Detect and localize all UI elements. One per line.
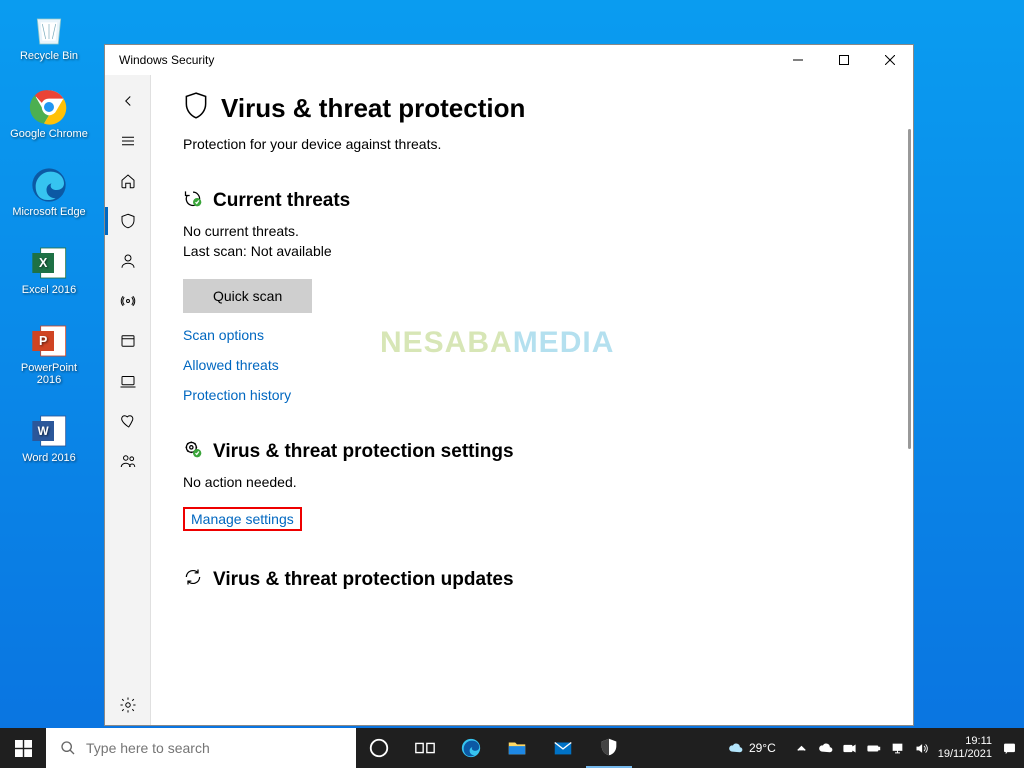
section-protection-settings: Virus & threat protection settings No ac… [183, 439, 913, 531]
page-subtitle: Protection for your device against threa… [183, 136, 913, 152]
section-title: Virus & threat protection updates [213, 569, 514, 591]
taskbar-explorer[interactable] [494, 728, 540, 768]
window-title: Windows Security [119, 53, 214, 67]
quick-scan-button[interactable]: Quick scan [183, 279, 312, 313]
nav-menu[interactable] [105, 121, 151, 161]
recycle-bin-icon [28, 8, 70, 50]
last-scan: Last scan: Not available [183, 242, 913, 262]
powerpoint-icon: P [28, 320, 70, 362]
tray-date: 19/11/2021 [938, 748, 992, 761]
desktop-icon-label: Microsoft Edge [12, 206, 85, 218]
tray-battery-icon[interactable] [866, 741, 880, 755]
maximize-button[interactable] [821, 45, 867, 75]
nav-settings[interactable] [105, 685, 151, 725]
tray-meet-icon[interactable] [842, 741, 856, 755]
search-input[interactable] [86, 740, 356, 756]
link-manage-settings[interactable]: Manage settings [191, 511, 294, 527]
nav-device-security[interactable] [105, 361, 151, 401]
threats-status: No current threats. [183, 222, 913, 242]
highlight-annotation: Manage settings [183, 507, 302, 531]
nav-virus-protection[interactable] [105, 201, 151, 241]
section-body: No action needed. Manage settings [183, 473, 913, 531]
window-buttons [775, 45, 913, 75]
nav-home[interactable] [105, 161, 151, 201]
link-allowed-threats[interactable]: Allowed threats [183, 357, 913, 373]
section-heading: Virus & threat protection settings [183, 439, 913, 465]
word-icon: W [28, 410, 70, 452]
page-heading: Virus & threat protection [221, 93, 525, 124]
weather-icon [728, 741, 743, 756]
windows-security-window: Windows Security [104, 44, 914, 726]
tray-temperature: 29°C [749, 741, 776, 755]
section-body: No current threats. Last scan: Not avail… [183, 222, 913, 403]
svg-text:W: W [38, 425, 49, 438]
section-title: Virus & threat protection settings [213, 441, 514, 463]
section-protection-updates: Virus & threat protection updates [183, 567, 913, 593]
start-button[interactable] [0, 728, 46, 768]
search-icon [60, 740, 76, 756]
taskbar-security[interactable] [586, 728, 632, 768]
link-scan-options[interactable]: Scan options [183, 327, 913, 343]
desktop-icon-edge[interactable]: Microsoft Edge [10, 164, 88, 218]
desktop-icon-chrome[interactable]: Google Chrome [10, 86, 88, 140]
taskbar-search[interactable] [46, 728, 356, 768]
section-title: Current threats [213, 190, 350, 212]
desktop-icon-label: Recycle Bin [20, 50, 78, 62]
desktop-icons: Recycle Bin Google Chrome Microsoft Edge… [10, 8, 88, 464]
edge-icon [28, 164, 70, 206]
nav-firewall[interactable] [105, 281, 151, 321]
tray-time: 19:11 [938, 735, 992, 748]
page-header: Virus & threat protection [183, 91, 913, 126]
settings-status: No action needed. [183, 473, 913, 493]
desktop-icon-label: Excel 2016 [22, 284, 76, 296]
section-heading: Current threats [183, 188, 913, 214]
chrome-icon [28, 86, 70, 128]
shield-icon [183, 91, 209, 126]
window-body: Virus & threat protection Protection for… [105, 75, 913, 725]
tray-chevron-icon[interactable] [794, 741, 808, 755]
tray-weather[interactable]: 29°C [728, 741, 776, 756]
taskbar-edge[interactable] [448, 728, 494, 768]
desktop-icon-word[interactable]: W Word 2016 [10, 410, 88, 464]
nav-device-performance[interactable] [105, 401, 151, 441]
taskbar: 29°C 19:11 19/11/2021 [0, 728, 1024, 768]
taskbar-pinned [356, 728, 632, 768]
tray-notifications-icon[interactable] [1002, 741, 1016, 755]
desktop-icon-excel[interactable]: X Excel 2016 [10, 242, 88, 296]
tray-volume-icon[interactable] [914, 741, 928, 755]
tray-onedrive-icon[interactable] [818, 741, 832, 755]
nav-account-protection[interactable] [105, 241, 151, 281]
tray-clock[interactable]: 19:11 19/11/2021 [938, 735, 992, 760]
refresh-icon [183, 567, 203, 593]
svg-text:P: P [39, 334, 47, 348]
desktop-icon-label: Google Chrome [10, 128, 88, 140]
tray-network-icon[interactable] [890, 741, 904, 755]
close-button[interactable] [867, 45, 913, 75]
taskbar-taskview[interactable] [402, 728, 448, 768]
minimize-button[interactable] [775, 45, 821, 75]
section-current-threats: Current threats No current threats. Last… [183, 188, 913, 403]
section-heading: Virus & threat protection updates [183, 567, 913, 593]
desktop: Recycle Bin Google Chrome Microsoft Edge… [0, 0, 1024, 768]
svg-text:X: X [39, 256, 48, 270]
excel-icon: X [28, 242, 70, 284]
gear-check-icon [183, 439, 203, 465]
history-check-icon [183, 188, 203, 214]
taskbar-cortana[interactable] [356, 728, 402, 768]
nav-app-browser[interactable] [105, 321, 151, 361]
system-tray: 29°C 19:11 19/11/2021 [728, 735, 1024, 760]
desktop-icon-label: PowerPoint 2016 [10, 362, 88, 386]
content: Virus & threat protection Protection for… [151, 75, 913, 725]
nav-rail [105, 75, 151, 725]
desktop-icon-recycle-bin[interactable]: Recycle Bin [10, 8, 88, 62]
desktop-icon-powerpoint[interactable]: P PowerPoint 2016 [10, 320, 88, 386]
desktop-icon-label: Word 2016 [22, 452, 76, 464]
taskbar-mail[interactable] [540, 728, 586, 768]
nav-back[interactable] [105, 81, 151, 121]
nav-family[interactable] [105, 441, 151, 481]
titlebar[interactable]: Windows Security [105, 45, 913, 75]
link-protection-history[interactable]: Protection history [183, 387, 913, 403]
